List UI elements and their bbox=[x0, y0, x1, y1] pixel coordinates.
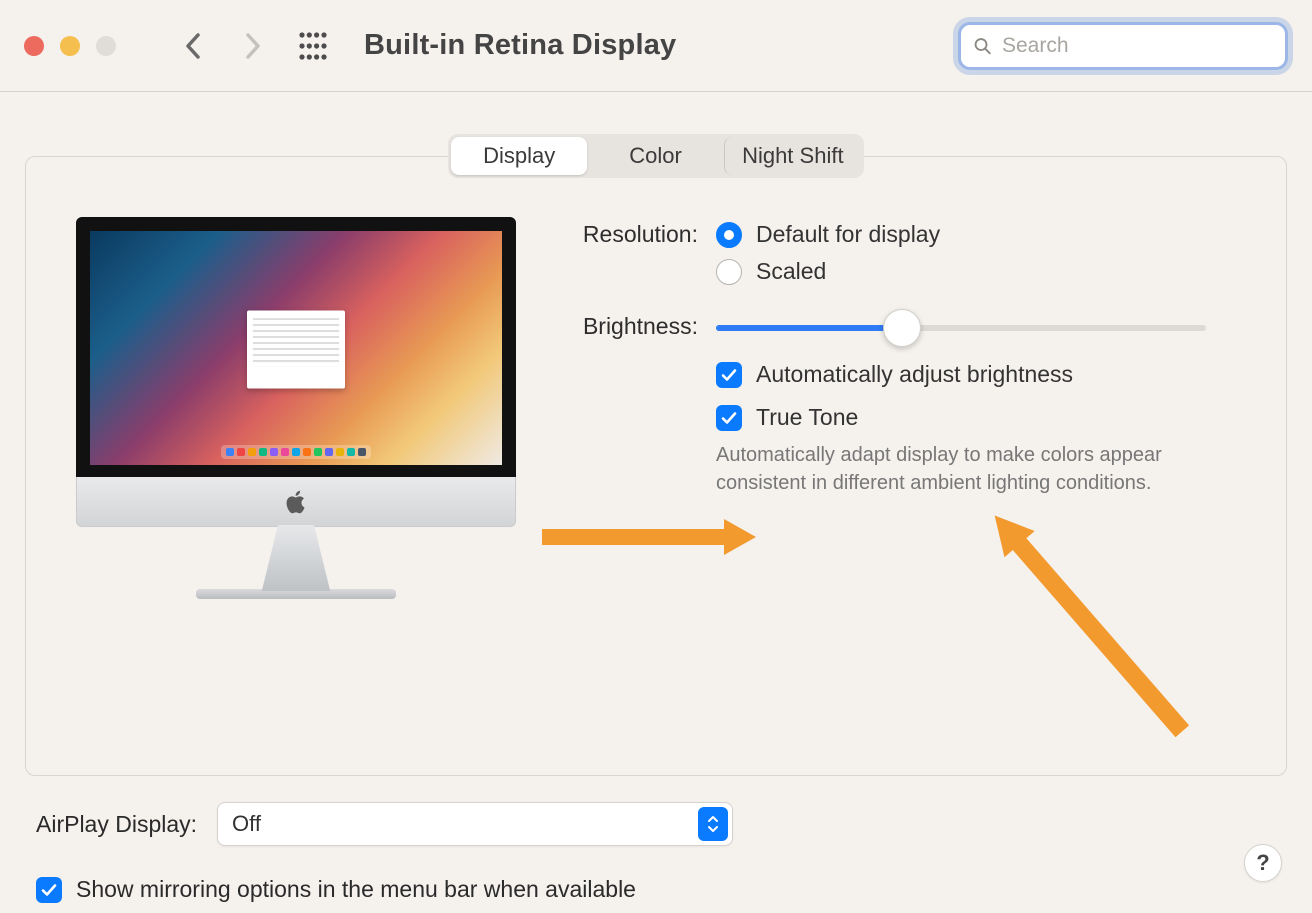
close-window-button[interactable] bbox=[24, 36, 44, 56]
true-tone-description: Automatically adapt display to make colo… bbox=[716, 441, 1176, 497]
footer: AirPlay Display: Off Show mirroring opti… bbox=[0, 776, 1312, 913]
auto-brightness-checkbox[interactable]: Automatically adjust brightness bbox=[716, 361, 1236, 388]
resolution-option-default[interactable]: Default for display bbox=[716, 221, 1236, 248]
display-preview bbox=[76, 217, 516, 599]
checkbox-icon bbox=[716, 405, 742, 431]
airplay-select[interactable]: Off bbox=[217, 802, 733, 846]
airplay-value: Off bbox=[232, 811, 261, 837]
search-icon bbox=[973, 33, 992, 59]
radio-icon bbox=[716, 222, 742, 248]
radio-icon bbox=[716, 259, 742, 285]
settings-panel: Resolution: Default for display Scaled B… bbox=[25, 156, 1287, 776]
checkbox-icon bbox=[716, 362, 742, 388]
forward-button[interactable] bbox=[232, 26, 272, 66]
brightness-label: Brightness: bbox=[556, 313, 716, 343]
checkbox-icon bbox=[36, 877, 62, 903]
minimize-window-button[interactable] bbox=[60, 36, 80, 56]
mirroring-checkbox[interactable]: Show mirroring options in the menu bar w… bbox=[36, 876, 1276, 903]
settings-form: Resolution: Default for display Scaled B… bbox=[556, 217, 1236, 599]
resolution-option-scaled[interactable]: Scaled bbox=[716, 258, 1236, 285]
brightness-slider[interactable] bbox=[716, 313, 1236, 343]
slider-thumb[interactable] bbox=[883, 309, 921, 347]
back-button[interactable] bbox=[174, 26, 214, 66]
zoom-window-button[interactable] bbox=[96, 36, 116, 56]
tab-color[interactable]: Color bbox=[587, 137, 723, 175]
tab-night-shift[interactable]: Night Shift bbox=[724, 137, 861, 175]
apple-logo-icon bbox=[285, 489, 307, 515]
show-all-icon[interactable] bbox=[298, 31, 328, 61]
search-field[interactable] bbox=[958, 22, 1288, 70]
page-title: Built-in Retina Display bbox=[364, 29, 940, 62]
true-tone-checkbox[interactable]: True Tone bbox=[716, 404, 1236, 431]
tab-display[interactable]: Display bbox=[451, 137, 587, 175]
chevron-up-down-icon bbox=[698, 807, 728, 841]
tab-bar: Display Color Night Shift bbox=[448, 134, 864, 178]
help-button[interactable]: ? bbox=[1244, 844, 1282, 882]
window-controls bbox=[24, 36, 116, 56]
toolbar: Built-in Retina Display bbox=[0, 0, 1312, 92]
resolution-label: Resolution: bbox=[556, 221, 716, 295]
airplay-label: AirPlay Display: bbox=[36, 811, 197, 838]
search-input[interactable] bbox=[1002, 34, 1273, 58]
